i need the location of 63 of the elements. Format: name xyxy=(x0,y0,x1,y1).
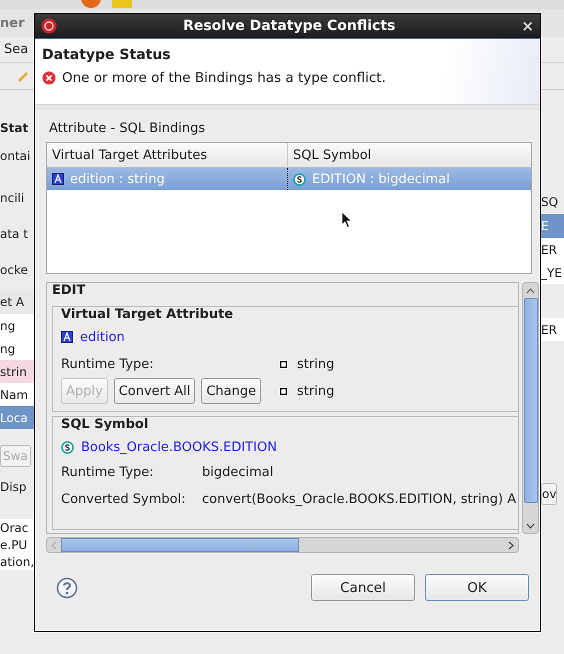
field-value: string xyxy=(297,384,334,398)
symbol-link[interactable]: Books_Oracle.BOOKS.EDITION xyxy=(81,440,277,454)
window-title: ner xyxy=(0,16,24,30)
close-button[interactable]: × xyxy=(521,17,534,35)
table-cell: strin xyxy=(0,364,27,378)
scrollbar-thumb[interactable] xyxy=(61,538,299,552)
group-title: SQL Symbol xyxy=(61,417,150,434)
error-icon xyxy=(42,71,56,85)
table-cell: edition : string xyxy=(70,172,165,186)
bullet-icon xyxy=(280,388,287,394)
field-label: Runtime Type: xyxy=(61,465,155,482)
background-text: ocke xyxy=(0,263,28,277)
table-cell: ng xyxy=(0,342,16,356)
background-text: ation, xyxy=(0,554,34,568)
field-value: bigdecimal xyxy=(202,465,274,482)
horizontal-scrollbar[interactable] xyxy=(46,537,519,553)
background-text: Stat xyxy=(0,121,28,135)
cursor-icon xyxy=(341,211,353,229)
section-title: Datatype Status xyxy=(42,47,172,63)
table-cell: ER xyxy=(541,322,557,336)
table-cell: E xyxy=(541,219,549,233)
bullet-icon xyxy=(280,360,287,368)
table-cell: ng xyxy=(0,318,16,332)
table-cell: ER xyxy=(541,242,557,256)
background-text: e.PU xyxy=(0,538,28,552)
field-label: Runtime Type: xyxy=(61,356,155,372)
pencil-icon[interactable] xyxy=(16,70,30,82)
background-text: ontai xyxy=(0,149,30,163)
symbol-icon xyxy=(293,172,306,186)
symbol-icon xyxy=(61,440,74,454)
dialog-button[interactable]: OK xyxy=(425,574,529,601)
move-button[interactable]: ov xyxy=(541,483,558,505)
attribute-link[interactable]: edition xyxy=(80,330,125,344)
field-value: convert(Books_Oracle.BOOKS.EDITION, string) A xyxy=(202,492,516,509)
background-text: Orac xyxy=(0,520,28,534)
action-button[interactable]: Convert All xyxy=(114,378,196,404)
menu-item[interactable]: Sea xyxy=(4,42,28,57)
help-icon[interactable] xyxy=(56,576,78,598)
vertical-scrollbar[interactable] xyxy=(522,282,539,534)
table-cell: Loca xyxy=(0,410,28,424)
dialog-title: Resolve Datatype Conflicts xyxy=(182,18,396,34)
background-text: et A xyxy=(0,295,24,309)
group-title: Virtual Target Attribute xyxy=(61,307,234,324)
background-text: ata t xyxy=(0,227,28,241)
column-header[interactable]: Virtual Target Attributes xyxy=(47,143,288,167)
table-cell: _YE xyxy=(541,266,562,280)
dialog-button[interactable]: Cancel xyxy=(311,574,415,601)
background-text: Disp xyxy=(0,480,26,494)
column-header[interactable]: SQL Symbol xyxy=(288,143,531,167)
section-label: Attribute - SQL Bindings xyxy=(49,121,206,138)
table-cell: Nam xyxy=(0,388,28,402)
field-value: string xyxy=(297,356,334,372)
background-text: SQ xyxy=(541,195,558,209)
action-button[interactable]: Change xyxy=(201,378,262,404)
background-text: ncili xyxy=(0,191,24,205)
group-title: EDIT xyxy=(52,283,86,300)
app-logo-icon xyxy=(41,18,57,34)
attribute-icon xyxy=(52,173,64,185)
field-label: Converted Symbol: xyxy=(61,492,187,509)
table-cell: EDITION : bigdecimal xyxy=(312,172,450,186)
status-message: One or more of the Bindings has a type conflict. xyxy=(62,70,386,86)
scrollbar-thumb[interactable] xyxy=(524,298,538,503)
attribute-icon xyxy=(61,331,73,343)
